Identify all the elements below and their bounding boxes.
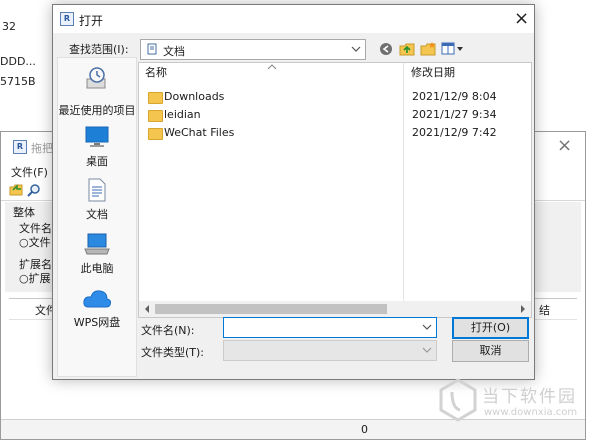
cancel-button[interactable]: 取消 bbox=[452, 340, 529, 362]
place-recent-label: 最近使用的项目 bbox=[58, 104, 136, 117]
chevron-down-icon bbox=[422, 347, 432, 353]
bg-section-whole: 整体 bbox=[13, 206, 35, 219]
horizontal-scrollbar[interactable] bbox=[139, 301, 531, 317]
scroll-left-icon[interactable] bbox=[142, 304, 152, 314]
file-row[interactable]: leidian 2021/1/27 9:34 bbox=[144, 107, 528, 125]
dialog-title: 打开 bbox=[79, 14, 104, 28]
look-in-value: 文档 bbox=[163, 45, 185, 58]
chevron-down-icon bbox=[351, 46, 361, 52]
bg-fragment-1: 32 bbox=[2, 20, 16, 33]
folder-icon bbox=[148, 110, 163, 122]
document-icon bbox=[147, 43, 157, 55]
documents-icon bbox=[88, 178, 106, 202]
bg-ext-radio[interactable]: ○扩展 bbox=[19, 270, 51, 286]
scrollbar-thumb[interactable] bbox=[155, 304, 387, 314]
new-folder-icon[interactable] bbox=[420, 41, 436, 57]
sort-up-icon bbox=[267, 64, 277, 70]
filename-input[interactable] bbox=[223, 317, 437, 338]
filetype-label: 文件类型(T): bbox=[141, 346, 205, 359]
file-name: WeChat Files bbox=[164, 126, 235, 139]
folder-icon bbox=[148, 92, 163, 104]
bg-fragment-2: DDD... bbox=[0, 55, 36, 68]
column-name-label: 名称 bbox=[145, 66, 167, 79]
open-dialog: R 打开 × 查找范围(I): 文档 最近使用的项目 桌面 文档 此电脑 WPS… bbox=[52, 4, 535, 380]
bg-file-radio[interactable]: ○文件 bbox=[19, 234, 51, 250]
bg-status-bar: 0 bbox=[1, 419, 585, 439]
place-desktop-label: 桌面 bbox=[86, 155, 108, 168]
filename-label: 文件名(N): bbox=[141, 324, 195, 337]
app-icon: R bbox=[13, 140, 27, 154]
dialog-app-icon: R bbox=[60, 12, 74, 26]
place-wps-cloud[interactable]: WPS网盘 bbox=[58, 286, 136, 330]
place-documents[interactable]: 文档 bbox=[58, 178, 136, 222]
file-name: Downloads bbox=[164, 90, 225, 103]
close-icon[interactable]: × bbox=[514, 10, 529, 28]
column-date-label: 修改日期 bbox=[411, 66, 455, 79]
back-icon[interactable] bbox=[379, 42, 393, 56]
computer-icon bbox=[84, 233, 110, 255]
bg-fragment-3: 5715B bbox=[0, 75, 36, 88]
open-button[interactable]: 打开(O) bbox=[452, 317, 529, 339]
place-documents-label: 文档 bbox=[86, 208, 108, 221]
place-this-pc[interactable]: 此电脑 bbox=[58, 232, 136, 276]
watermark-text: 当下软件园 bbox=[482, 387, 577, 407]
bg-status-count: 0 bbox=[361, 423, 368, 436]
bg-col-right[interactable]: 结 bbox=[539, 302, 550, 318]
cloud-icon bbox=[83, 290, 112, 308]
bg-window-title: 拖把 bbox=[31, 142, 53, 155]
up-folder-icon[interactable] bbox=[399, 41, 415, 57]
place-desktop[interactable]: 桌面 bbox=[58, 126, 136, 168]
place-recent[interactable]: 最近使用的项目 bbox=[58, 66, 136, 117]
desktop-icon bbox=[85, 126, 109, 147]
bg-close-icon[interactable]: × bbox=[557, 137, 572, 155]
file-row[interactable]: Downloads 2021/12/9 8:04 bbox=[144, 89, 528, 107]
file-date: 2021/12/9 8:04 bbox=[412, 90, 497, 103]
file-name: leidian bbox=[164, 108, 201, 121]
watermark-logo-icon bbox=[439, 378, 477, 422]
file-date: 2021/12/9 7:42 bbox=[412, 126, 497, 139]
open-folder-icon[interactable] bbox=[9, 183, 23, 197]
folder-icon bbox=[148, 128, 163, 140]
place-wps-cloud-label: WPS网盘 bbox=[73, 316, 121, 329]
file-list: 名称 修改日期 Downloads 2021/12/9 8:04 leidian… bbox=[138, 62, 532, 318]
chevron-down-icon[interactable] bbox=[421, 321, 433, 333]
view-menu-icon[interactable] bbox=[441, 42, 465, 56]
file-date: 2021/1/27 9:34 bbox=[412, 108, 497, 121]
place-this-pc-label: 此电脑 bbox=[80, 262, 114, 275]
file-row[interactable]: WeChat Files 2021/12/9 7:42 bbox=[144, 125, 528, 143]
column-header-date[interactable]: 修改日期 bbox=[411, 63, 521, 83]
dialog-title-bar: R 打开 × bbox=[53, 5, 534, 33]
search-icon[interactable] bbox=[27, 183, 41, 197]
look-in-dropdown[interactable]: 文档 bbox=[140, 39, 366, 60]
look-in-label: 查找范围(I): bbox=[69, 43, 129, 56]
watermark-url: www.downxia.com bbox=[484, 407, 578, 418]
filetype-dropdown[interactable] bbox=[223, 340, 437, 361]
recent-items-icon bbox=[86, 67, 106, 89]
bg-menu-file[interactable]: 文件(F) bbox=[11, 164, 48, 180]
places-bar: 最近使用的项目 桌面 文档 此电脑 WPS网盘 bbox=[57, 57, 137, 377]
scroll-right-icon[interactable] bbox=[518, 304, 528, 314]
